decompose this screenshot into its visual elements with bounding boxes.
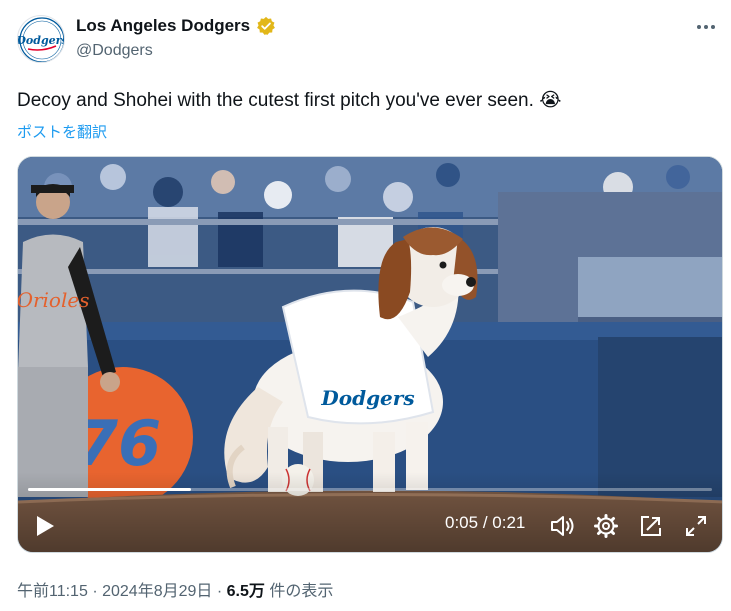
translate-post-link[interactable]: ポストを翻訳 <box>17 121 107 142</box>
video-player[interactable]: 76 Orioles Dodgers 0:05 / 0:21 <box>17 156 723 553</box>
dodgers-logo-icon: Dodgers <box>18 17 65 62</box>
meta-dot: · <box>92 583 98 600</box>
tweet-body: Decoy and Shohei with the cutest first p… <box>17 90 534 111</box>
popout-icon[interactable] <box>637 512 665 540</box>
post-date[interactable]: 2024年8月29日 <box>102 583 212 600</box>
jersey-script-text: Dodgers <box>320 386 414 410</box>
post-time[interactable]: 午前11:15 <box>17 583 88 600</box>
views-count: 6.5万 <box>226 583 265 600</box>
tweet-text: Decoy and Shohei with the cutest first p… <box>17 89 561 112</box>
volume-icon[interactable] <box>548 512 576 540</box>
meta-dot-2: · <box>216 583 223 600</box>
svg-text:Orioles: Orioles <box>18 288 89 312</box>
display-name[interactable]: Los Angeles Dodgers <box>76 16 250 36</box>
play-icon[interactable] <box>32 513 58 539</box>
crying-emoji: 😭 <box>539 90 562 111</box>
time-separator: / <box>482 513 488 532</box>
post-meta: 午前11:15 · 2024年8月29日 · 6.5万 件の表示 <box>17 577 333 601</box>
avatar-logo-text: Dodgers <box>18 34 65 47</box>
account-handle[interactable]: @Dodgers <box>76 42 153 60</box>
views-label: 件の表示 <box>269 583 334 600</box>
duration: 0:21 <box>492 513 526 532</box>
display-name-row: Los Angeles Dodgers <box>76 16 276 36</box>
fullscreen-icon[interactable] <box>682 512 710 540</box>
progress-fill <box>28 488 191 491</box>
settings-gear-icon[interactable] <box>592 512 620 540</box>
video-time: 0:05 / 0:21 <box>445 513 525 533</box>
more-horizontal-icon[interactable] <box>695 16 717 38</box>
gold-verified-badge-icon[interactable] <box>256 16 276 36</box>
progress-bar[interactable] <box>28 488 712 491</box>
avatar[interactable]: Dodgers <box>17 15 65 63</box>
current-time: 0:05 <box>445 513 479 532</box>
